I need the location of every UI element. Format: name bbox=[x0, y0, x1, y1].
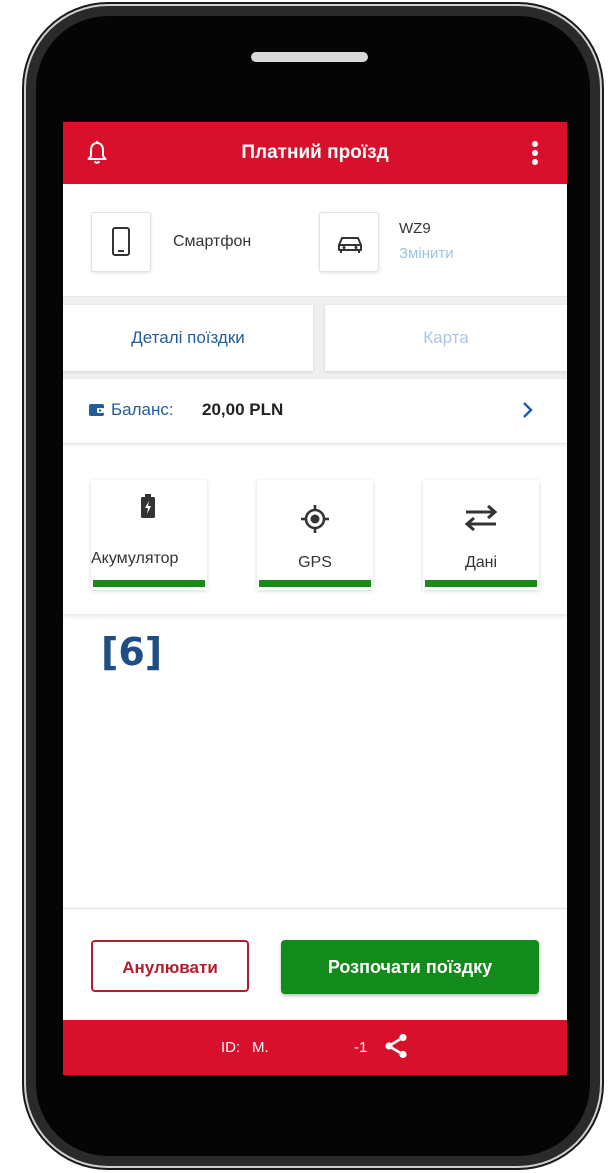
share-icon[interactable] bbox=[383, 1033, 409, 1059]
battery-charging-icon bbox=[141, 494, 155, 518]
smartphone-icon bbox=[112, 227, 130, 256]
status-card-data[interactable]: Дані bbox=[423, 480, 539, 590]
change-vehicle-link[interactable]: Змінити bbox=[399, 245, 454, 262]
car-icon bbox=[338, 237, 362, 253]
annotation-marker: [6] bbox=[101, 630, 163, 674]
device-label: Смартфон bbox=[173, 233, 252, 250]
balance-value: 20,00 PLN bbox=[202, 400, 284, 419]
status-card-battery[interactable]: Акумулятор bbox=[91, 480, 207, 590]
device-vehicle-row: Смартфон WZ9 Змінити bbox=[63, 184, 567, 297]
more-vertical-icon[interactable] bbox=[531, 140, 539, 166]
status-bar-gps bbox=[259, 580, 371, 587]
id-suffix: -1 bbox=[354, 1039, 368, 1056]
status-card-label: Акумулятор bbox=[91, 550, 179, 567]
chevron-right-icon[interactable] bbox=[521, 401, 533, 419]
gps-icon bbox=[301, 505, 329, 533]
status-bar-data bbox=[425, 580, 537, 587]
balance-row[interactable]: Баланс: 20,00 PLN bbox=[63, 379, 567, 444]
start-trip-button[interactable]: Розпочати поїздку bbox=[281, 940, 539, 994]
status-card-label: Дані bbox=[464, 554, 498, 571]
status-card-gps[interactable]: GPS bbox=[257, 480, 373, 590]
app-screen: Платний проїзд Смартфон WZ9 Змінити Дета… bbox=[63, 122, 567, 1075]
cancel-button[interactable]: Анулювати bbox=[91, 940, 249, 992]
balance-label: Баланс: bbox=[111, 400, 174, 419]
id-value: M. bbox=[252, 1039, 269, 1056]
status-bar-battery bbox=[93, 580, 205, 587]
vehicle-plate: WZ9 bbox=[399, 220, 431, 237]
tab-trip-details[interactable]: Деталі поїздки bbox=[63, 305, 313, 371]
device-tile[interactable] bbox=[91, 212, 151, 272]
id-label: ID: bbox=[221, 1039, 241, 1056]
wallet-icon bbox=[89, 404, 104, 416]
vehicle-tile[interactable] bbox=[319, 212, 379, 272]
app-header: Платний проїзд bbox=[63, 122, 567, 184]
data-transfer-icon bbox=[464, 504, 498, 532]
phone-speaker bbox=[251, 52, 368, 62]
tab-map[interactable]: Карта bbox=[325, 305, 567, 371]
id-status-bar: ID: M. -1 bbox=[63, 1020, 567, 1075]
page-title: Платний проїзд bbox=[241, 142, 389, 163]
status-card-label: GPS bbox=[298, 554, 332, 571]
